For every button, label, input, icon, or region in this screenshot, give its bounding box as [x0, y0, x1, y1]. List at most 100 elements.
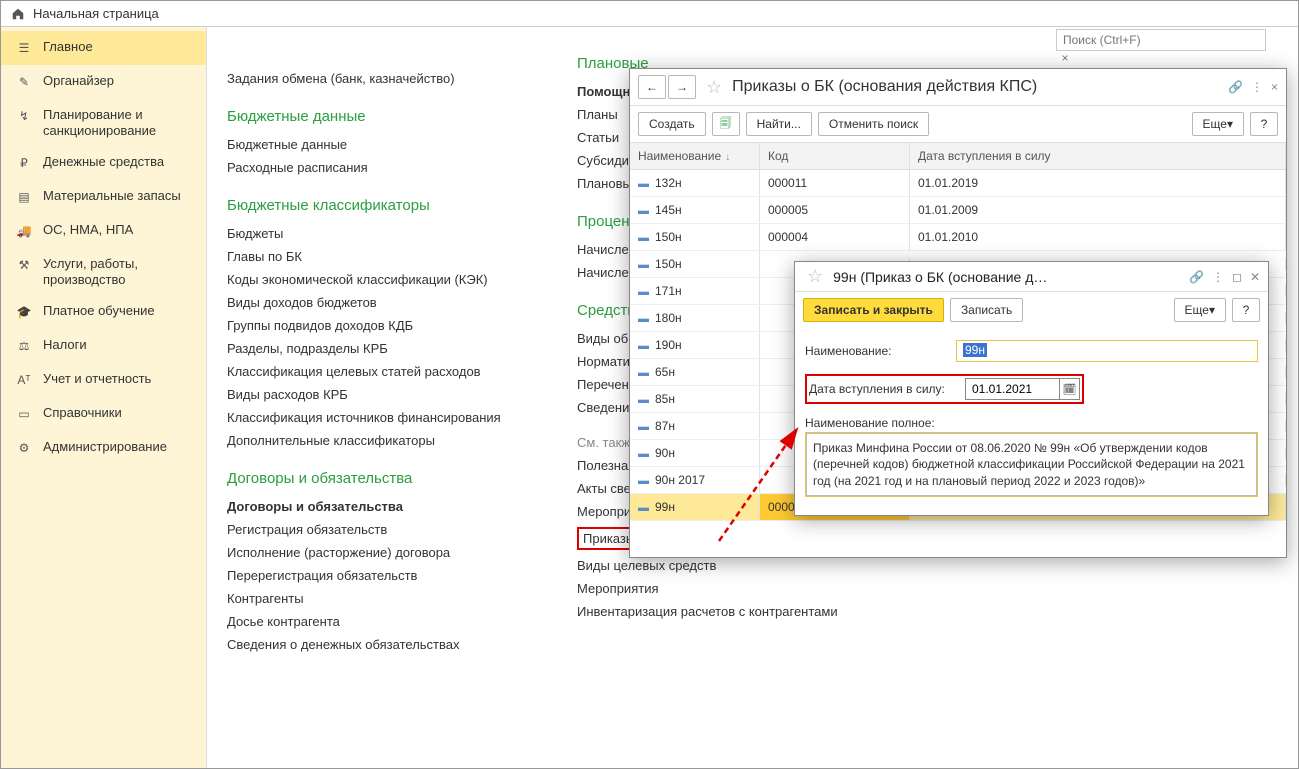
row-marker-icon: ▬ [638, 313, 649, 325]
link-c5[interactable]: Разделы, подразделы КРБ [227, 337, 537, 360]
save-close-button[interactable]: Записать и закрыть [803, 298, 944, 322]
row-marker-icon: ▬ [638, 232, 649, 244]
link-c3[interactable]: Виды доходов бюджетов [227, 291, 537, 314]
link-c8[interactable]: Классификация источников финансирования [227, 406, 537, 429]
link-c4[interactable]: Группы подвидов доходов КДБ [227, 314, 537, 337]
section-classifiers: Бюджетные классификаторы [227, 197, 537, 214]
star-icon[interactable]: ☆ [807, 266, 823, 287]
row-marker-icon: ▬ [638, 448, 649, 460]
sa6[interactable]: Инвентаризация расчетов с контрагентами [577, 600, 887, 623]
sidebar-item-education[interactable]: 🎓 Платное обучение [1, 295, 206, 329]
create-button[interactable]: Создать [638, 112, 706, 136]
link-d1[interactable]: Регистрация обязательств [227, 518, 537, 541]
chevron-down-icon: ▾ [1227, 117, 1233, 131]
input-name[interactable]: 99н [956, 340, 1258, 362]
table-row[interactable]: ▬150н00000401.01.2010 [630, 224, 1286, 251]
page-title: Начальная страница [33, 6, 159, 21]
table-row[interactable]: ▬132н00001101.01.2019 [630, 170, 1286, 197]
sidebar-item-reports[interactable]: Aᵀ Учет и отчетность [1, 363, 206, 397]
tax-icon: ⚖ [15, 337, 33, 355]
row-marker-icon: ▬ [638, 475, 649, 487]
sidebar-item-money[interactable]: ₽ Денежные средства [1, 146, 206, 180]
input-date[interactable] [965, 378, 1060, 400]
more-button[interactable]: Еще ▾ [1174, 298, 1226, 322]
link-c1[interactable]: Главы по БК [227, 245, 537, 268]
link-icon[interactable]: 🔗 [1189, 270, 1204, 284]
th-code[interactable]: Код [760, 143, 910, 169]
nav-back-button[interactable]: ← [638, 75, 666, 99]
sidebar: ☰ Главное ✎ Органайзер ↯ Планирование и … [1, 27, 207, 768]
label-date: Дата вступления в силу: [809, 382, 959, 396]
sidebar-item-services[interactable]: ⚒ Услуги, работы, производство [1, 248, 206, 295]
link-c0[interactable]: Бюджеты [227, 222, 537, 245]
link-expenses[interactable]: Расходные расписания [227, 156, 537, 179]
row-marker-icon: ▬ [638, 340, 649, 352]
help-button[interactable]: ? [1250, 112, 1278, 136]
row-marker-icon: ▬ [638, 205, 649, 217]
home-icon [9, 5, 27, 23]
ruble-icon: ₽ [15, 154, 33, 172]
link-budget-data[interactable]: Бюджетные данные [227, 133, 537, 156]
menu-icon[interactable]: ⋮ [1251, 80, 1263, 94]
cancel-find-button[interactable]: Отменить поиск [818, 112, 929, 136]
list-icon: ☰ [15, 39, 33, 57]
calendar-icon[interactable]: 🗓 [1060, 378, 1080, 400]
sidebar-item-tax[interactable]: ⚖ Налоги [1, 329, 206, 363]
gear-icon: ⚙ [15, 439, 33, 457]
sort-asc-icon: ↓ [725, 152, 730, 163]
sidebar-item-organizer[interactable]: ✎ Органайзер [1, 65, 206, 99]
inventory-icon: ▤ [15, 188, 33, 206]
row-marker-icon: ▬ [638, 421, 649, 433]
sidebar-item-admin[interactable]: ⚙ Администрирование [1, 431, 206, 465]
services-icon: ⚒ [15, 256, 33, 274]
maximize-icon[interactable]: ◻ [1232, 270, 1242, 284]
star-icon[interactable]: ☆ [706, 77, 722, 98]
link-c2[interactable]: Коды экономической классификации (КЭК) [227, 268, 537, 291]
link-c6[interactable]: Классификация целевых статей расходов [227, 360, 537, 383]
label-name: Наименование: [805, 344, 950, 358]
find-button[interactable]: Найти... [746, 112, 812, 136]
table-row[interactable]: ▬145н00000501.01.2009 [630, 197, 1286, 224]
row-marker-icon: ▬ [638, 394, 649, 406]
th-name[interactable]: Наименование↓ [630, 143, 760, 169]
sidebar-item-inventory[interactable]: ▤ Материальные запасы [1, 180, 206, 214]
titlebar: Начальная страница [1, 1, 1298, 27]
textarea-full[interactable]: Приказ Минфина России от 08.06.2020 № 99… [806, 433, 1257, 496]
more-button[interactable]: Еще ▾ [1192, 112, 1244, 136]
help-button[interactable]: ? [1232, 298, 1260, 322]
row-marker-icon: ▬ [638, 367, 649, 379]
link-d6[interactable]: Сведения о денежных обязательствах [227, 633, 537, 656]
copy-button[interactable]: 🗐 [712, 112, 740, 136]
link-d4[interactable]: Контрагенты [227, 587, 537, 610]
link-c9[interactable]: Дополнительные классификаторы [227, 429, 537, 452]
row-marker-icon: ▬ [638, 178, 649, 190]
link-icon[interactable]: 🔗 [1228, 80, 1243, 94]
report-icon: Aᵀ [15, 371, 33, 389]
sidebar-item-planning[interactable]: ↯ Планирование и санкционирование [1, 99, 206, 146]
link-d2[interactable]: Исполнение (расторжение) договора [227, 541, 537, 564]
link-exchange[interactable]: Задания обмена (банк, казначейство) [227, 67, 537, 90]
nav-fwd-button[interactable]: → [668, 75, 696, 99]
link-d5[interactable]: Досье контрагента [227, 610, 537, 633]
th-date[interactable]: Дата вступления в силу [910, 143, 1286, 169]
form-title: 99н (Приказ о БК (основание д… [833, 269, 1183, 285]
planning-icon: ↯ [15, 107, 33, 125]
sidebar-item-dictionaries[interactable]: ▭ Справочники [1, 397, 206, 431]
row-marker-icon: ▬ [638, 502, 649, 514]
education-icon: 🎓 [15, 303, 33, 321]
close-icon[interactable]: × [1271, 80, 1278, 94]
link-d0[interactable]: Договоры и обязательства [227, 495, 537, 518]
sidebar-item-main[interactable]: ☰ Главное [1, 31, 206, 65]
truck-icon: 🚚 [15, 222, 33, 240]
menu-icon[interactable]: ⋮ [1212, 270, 1224, 284]
window-title: Приказы о БК (основания действия КПС) [732, 78, 1222, 96]
link-c7[interactable]: Виды расходов КРБ [227, 383, 537, 406]
window-order-form: ☆ 99н (Приказ о БК (основание д… 🔗 ⋮ ◻ ✕… [794, 261, 1269, 516]
save-button[interactable]: Записать [950, 298, 1023, 322]
sa5[interactable]: Мероприятия [577, 577, 887, 600]
link-d3[interactable]: Перерегистрация обязательств [227, 564, 537, 587]
sidebar-item-assets[interactable]: 🚚 ОС, НМА, НПА [1, 214, 206, 248]
row-marker-icon: ▬ [638, 286, 649, 298]
close-icon[interactable]: ✕ [1250, 270, 1260, 284]
label-full: Наименование полное: [805, 416, 935, 430]
